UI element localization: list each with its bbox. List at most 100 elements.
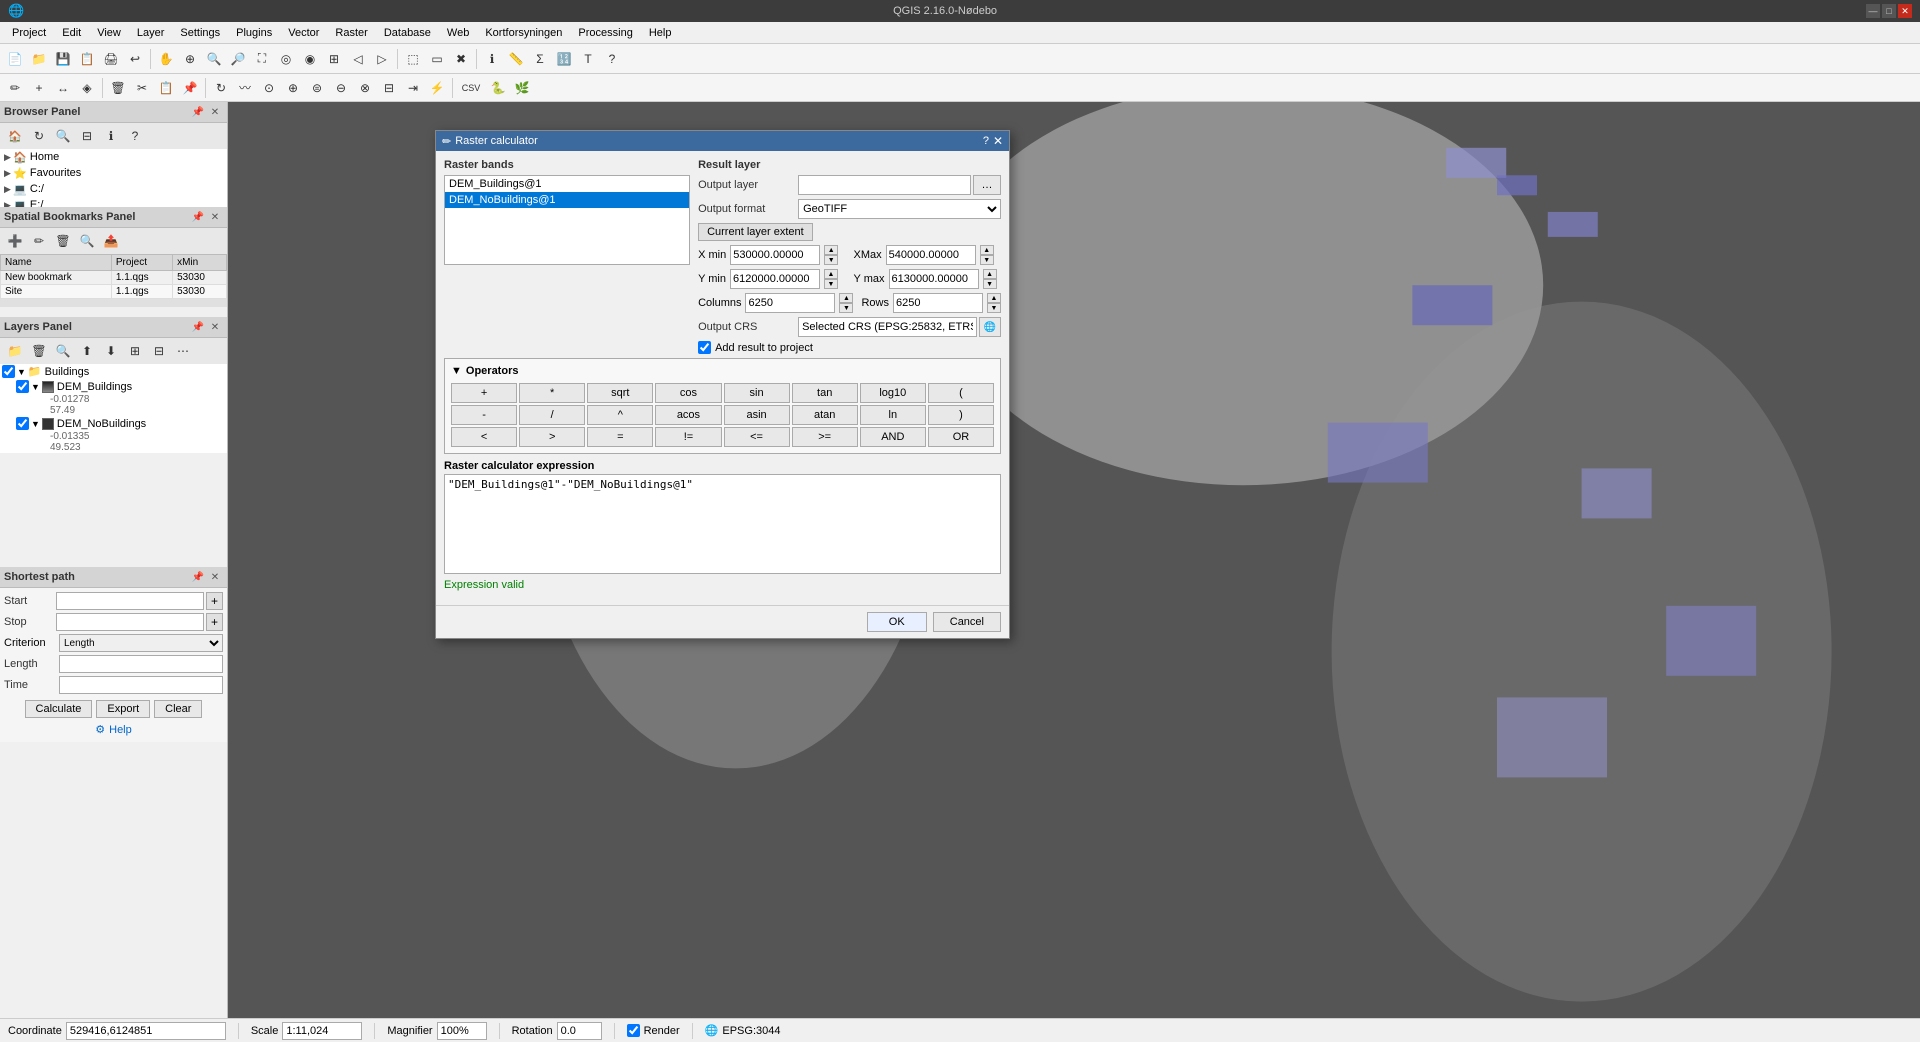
operators-toggle[interactable]: ▼ Operators (451, 365, 994, 377)
reshape-button[interactable]: ⊟ (378, 77, 400, 99)
add-ring-button[interactable]: ⊙ (258, 77, 280, 99)
raster-calc-close-button[interactable]: ✕ (993, 134, 1003, 148)
pan-button[interactable]: ✋ (155, 48, 177, 70)
print-button[interactable]: 🖨 (100, 48, 122, 70)
op-neq-button[interactable]: != (655, 427, 721, 447)
op-sqrt-button[interactable]: sqrt (587, 383, 653, 403)
bookmark-add-button[interactable]: ➕ (4, 230, 26, 252)
maximize-button[interactable]: □ (1882, 4, 1896, 18)
op-lte-button[interactable]: <= (724, 427, 790, 447)
magnifier-input[interactable] (437, 1022, 487, 1040)
zoom-layer-button[interactable]: ◉ (299, 48, 321, 70)
browser-close-button[interactable]: ✕ (207, 104, 223, 120)
op-log10-button[interactable]: log10 (860, 383, 926, 403)
menu-settings[interactable]: Settings (172, 25, 228, 41)
shortest-path-close-button[interactable]: ✕ (207, 569, 223, 585)
node-tool-button[interactable]: ◈ (76, 77, 98, 99)
delete-ring-button[interactable]: ⊖ (330, 77, 352, 99)
op-sin-button[interactable]: sin (724, 383, 790, 403)
output-format-select[interactable]: GeoTIFF ERDAS IMAGINE ENVI (798, 199, 1001, 219)
layer-down-button[interactable]: ⬇ (100, 340, 122, 362)
ymax-spin-down[interactable]: ▼ (983, 279, 997, 289)
browser-collapse-button[interactable]: ⊟ (76, 125, 98, 147)
menu-vector[interactable]: Vector (280, 25, 327, 41)
op-asin-button[interactable]: asin (724, 405, 790, 425)
layers-close-button[interactable]: ✕ (207, 319, 223, 335)
ymax-input[interactable] (889, 269, 979, 289)
rows-input[interactable] (893, 293, 983, 313)
browser-filter-button[interactable]: 🔍 (52, 125, 74, 147)
op-cos-button[interactable]: cos (655, 383, 721, 403)
ymin-spin-up[interactable]: ▲ (824, 269, 838, 279)
menu-project[interactable]: Project (4, 25, 54, 41)
op-or-button[interactable]: OR (928, 427, 994, 447)
zoom-last-button[interactable]: ◁ (347, 48, 369, 70)
menu-plugins[interactable]: Plugins (228, 25, 280, 41)
cut-feature-button[interactable]: ✂ (131, 77, 153, 99)
open-project-button[interactable]: 📁 (28, 48, 50, 70)
rows-spin-up[interactable]: ▲ (987, 293, 1001, 303)
op-close-paren-button[interactable]: ) (928, 405, 994, 425)
layer-open-button[interactable]: 📁 (4, 340, 26, 362)
measure-button[interactable]: 📏 (505, 48, 527, 70)
rotation-input[interactable] (557, 1022, 602, 1040)
menu-database[interactable]: Database (376, 25, 439, 41)
identify-button[interactable]: ℹ (481, 48, 503, 70)
browser-tree-c[interactable]: ▶ 💻 C:/ (0, 181, 227, 197)
browser-help-button[interactable]: ? (124, 125, 146, 147)
delete-part-button[interactable]: ⊗ (354, 77, 376, 99)
layer-dem-buildings-check[interactable] (16, 380, 29, 393)
delete-feature-button[interactable]: 🗑 (107, 77, 129, 99)
raster-calc-ok-button[interactable]: OK (867, 612, 927, 632)
layer-dem-buildings[interactable]: ▼ DEM_Buildings (0, 379, 227, 394)
zoom-selection-button[interactable]: ◎ (275, 48, 297, 70)
menu-raster[interactable]: Raster (327, 25, 375, 41)
layers-pin-button[interactable]: 📌 (190, 319, 206, 335)
xmax-spin-up[interactable]: ▲ (980, 245, 994, 255)
paste-feature-button[interactable]: 📌 (179, 77, 201, 99)
split-button[interactable]: ⚡ (426, 77, 448, 99)
xmax-input[interactable] (886, 245, 976, 265)
expression-textarea[interactable]: "DEM_Buildings@1"-"DEM_NoBuildings@1" (444, 474, 1001, 574)
sp-stop-add-button[interactable]: + (206, 613, 223, 631)
op-ln-button[interactable]: ln (860, 405, 926, 425)
menu-web[interactable]: Web (439, 25, 477, 41)
menu-processing[interactable]: Processing (570, 25, 640, 41)
zoom-in-button[interactable]: 🔍 (203, 48, 225, 70)
op-gt-button[interactable]: > (519, 427, 585, 447)
shortest-path-pin-button[interactable]: 📌 (190, 569, 206, 585)
sp-calculate-button[interactable]: Calculate (25, 700, 93, 718)
select-rect-button[interactable]: ▭ (426, 48, 448, 70)
move-feature-button[interactable]: ↔ (52, 77, 74, 99)
browser-tree-home[interactable]: ▶ 🏠 Home (0, 149, 227, 165)
menu-help[interactable]: Help (641, 25, 680, 41)
op-minus-button[interactable]: - (451, 405, 517, 425)
menu-edit[interactable]: Edit (54, 25, 89, 41)
render-checkbox[interactable] (627, 1024, 640, 1037)
browser-pin-button[interactable]: 📌 (190, 104, 206, 120)
rows-spin-down[interactable]: ▼ (987, 303, 1001, 313)
band-item-2[interactable]: DEM_NoBuildings@1 (445, 192, 689, 208)
xmin-spin-up[interactable]: ▲ (824, 245, 838, 255)
layer-dem-nobuildings[interactable]: ▼ DEM_NoBuildings (0, 416, 227, 431)
sp-time-input[interactable] (59, 676, 223, 694)
bookmark-delete-button[interactable]: 🗑 (52, 230, 74, 252)
edit-button[interactable]: ✏ (4, 77, 26, 99)
columns-input[interactable] (745, 293, 835, 313)
op-multiply-button[interactable]: * (519, 383, 585, 403)
op-acos-button[interactable]: acos (655, 405, 721, 425)
csv-button[interactable]: CSV (457, 77, 485, 99)
bookmark-row-1[interactable]: New bookmark 1.1.qgs 53030 (1, 271, 227, 285)
layer-more-button[interactable]: ⋯ (172, 340, 194, 362)
op-and-button[interactable]: AND (860, 427, 926, 447)
offset-button[interactable]: ⇥ (402, 77, 424, 99)
browser-props-button[interactable]: ℹ (100, 125, 122, 147)
op-divide-button[interactable]: / (519, 405, 585, 425)
simplify-button[interactable]: 〰 (234, 77, 256, 99)
sp-length-input[interactable] (59, 655, 223, 673)
zoom-full-button[interactable]: ⛶ (251, 48, 273, 70)
calculator-button[interactable]: 🔢 (553, 48, 575, 70)
layer-expand-button[interactable]: ⊞ (124, 340, 146, 362)
ymin-spin-down[interactable]: ▼ (824, 279, 838, 289)
layer-filter-button[interactable]: 🔍 (52, 340, 74, 362)
